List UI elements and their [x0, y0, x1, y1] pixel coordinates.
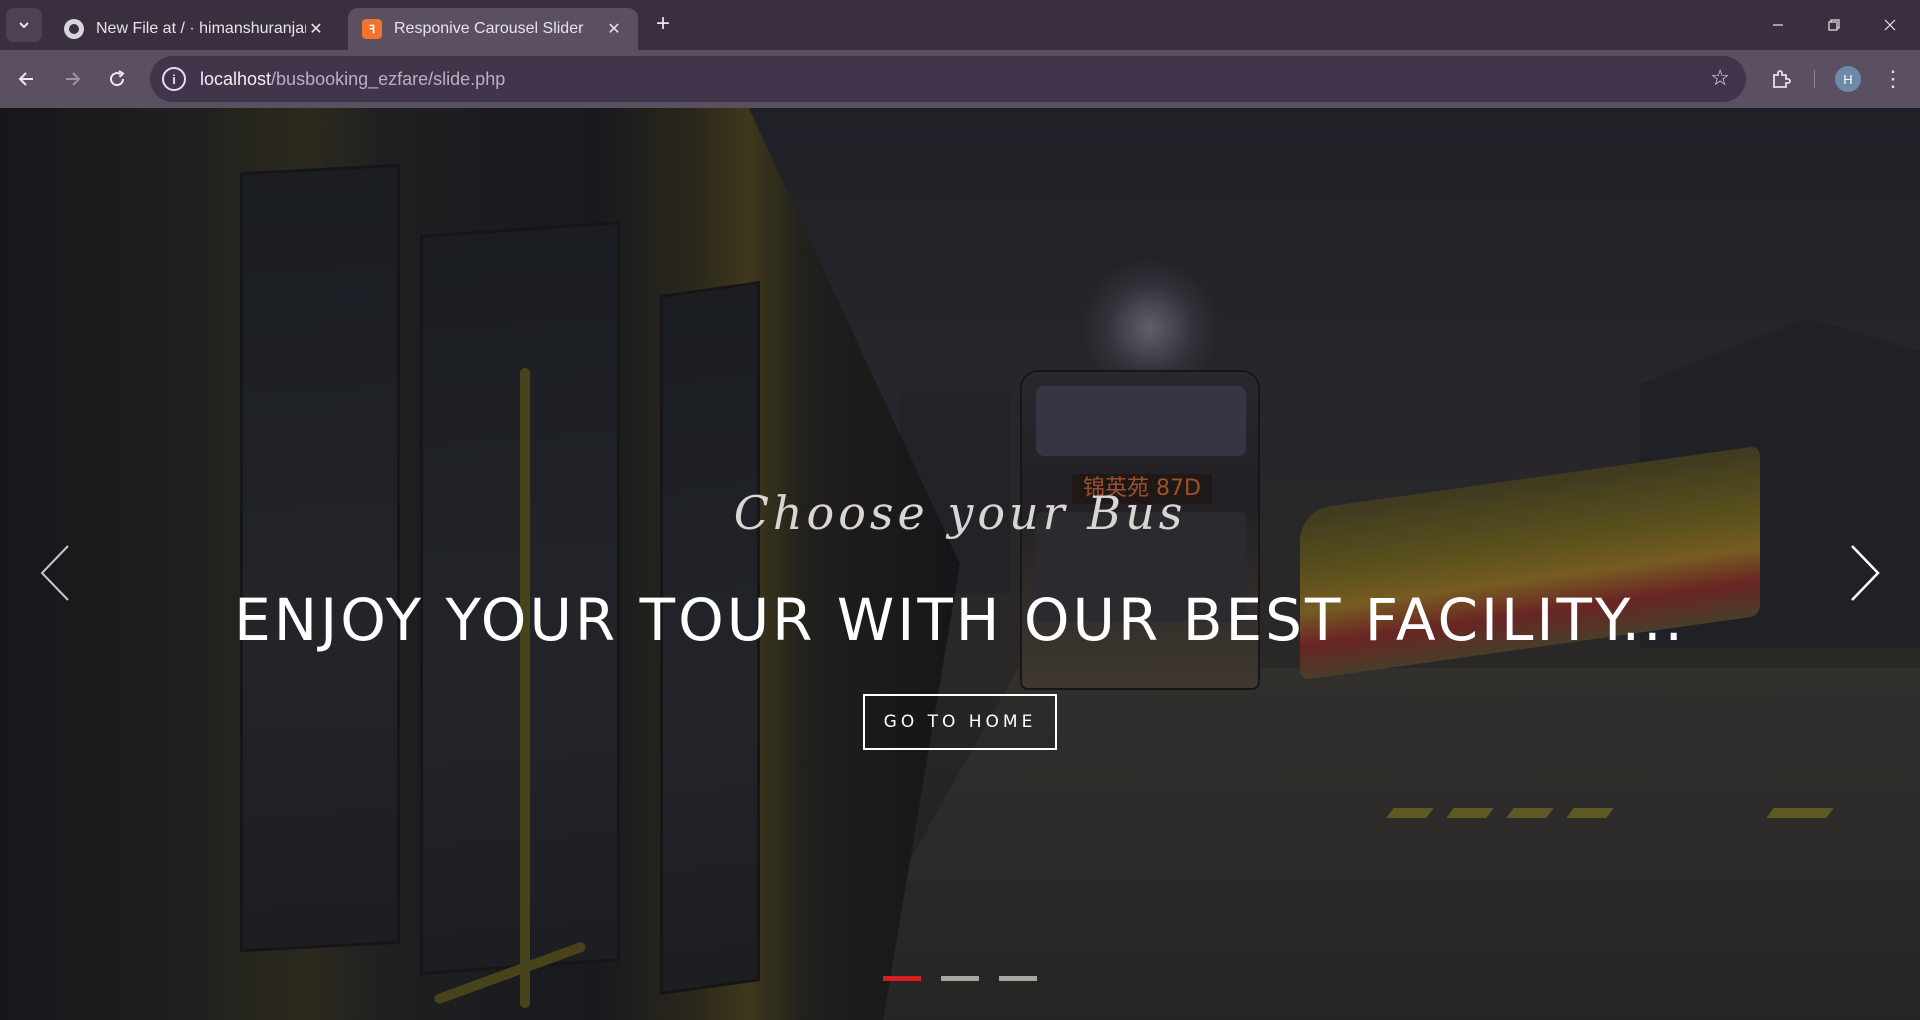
toolbar-divider — [1814, 70, 1815, 88]
browser-tab-bar: New File at / · himanshuranjan9 ✕ ꟻ Resp… — [0, 0, 1920, 50]
browser-menu-icon[interactable]: ⋮ — [1880, 64, 1906, 94]
carousel-indicator-1[interactable] — [883, 976, 921, 981]
tab-carousel[interactable]: ꟻ Responive Carousel Slider ✕ — [348, 8, 638, 50]
extensions-button[interactable] — [1766, 64, 1796, 94]
restore-icon — [1828, 19, 1840, 31]
close-tab-icon[interactable]: ✕ — [604, 19, 624, 39]
tab-title: New File at / · himanshuranjan9 — [96, 20, 306, 37]
forward-button[interactable] — [57, 64, 87, 94]
arrow-right-icon — [66, 72, 81, 86]
reload-button[interactable] — [102, 64, 132, 94]
chevron-down-icon — [19, 22, 29, 29]
puzzle-icon — [1773, 70, 1791, 88]
url-text: localhost/busbooking_ezfare/slide.php — [200, 69, 505, 90]
url-host: localhost — [200, 68, 272, 89]
close-tab-icon[interactable]: ✕ — [306, 19, 326, 39]
close-window-button[interactable] — [1868, 10, 1912, 40]
xampp-icon: ꟻ — [362, 19, 382, 39]
back-button[interactable] — [12, 64, 42, 94]
profile-avatar[interactable]: H — [1835, 66, 1861, 92]
address-bar[interactable]: i localhost/busbooking_ezfare/slide.php … — [150, 56, 1746, 102]
carousel-indicator-3[interactable] — [999, 976, 1037, 981]
carousel-prev-button[interactable] — [30, 528, 80, 618]
chevron-left-icon — [40, 545, 69, 601]
arrow-left-icon — [18, 72, 33, 86]
restore-button[interactable] — [1812, 10, 1856, 40]
bookmark-star-icon[interactable]: ☆ — [1710, 67, 1730, 89]
new-tab-button[interactable]: + — [650, 12, 676, 38]
minimize-button[interactable] — [1756, 10, 1800, 40]
minimize-icon — [1773, 24, 1783, 26]
tab-github[interactable]: New File at / · himanshuranjan9 ✕ — [50, 8, 340, 50]
carousel-indicators — [883, 976, 1057, 982]
site-info-icon[interactable]: i — [162, 67, 186, 91]
slide-subtitle: Choose your Bus — [733, 486, 1187, 540]
reload-icon — [110, 70, 125, 87]
carousel-slider: 锦英苑 87D Choose your Bus ENJOY YOUR TOUR … — [0, 108, 1920, 1020]
carousel-next-button[interactable] — [1840, 528, 1890, 618]
slide-caption: Choose your Bus ENJOY YOUR TOUR WITH OUR… — [0, 108, 1920, 1020]
github-icon — [64, 19, 84, 39]
chevron-right-icon — [1851, 545, 1880, 601]
go-to-home-button[interactable]: GO TO HOME — [863, 694, 1057, 750]
tab-title: Responive Carousel Slider — [394, 20, 584, 37]
carousel-indicator-2[interactable] — [941, 976, 979, 981]
url-path: /busbooking_ezfare/slide.php — [271, 68, 506, 89]
slide-headline: ENJOY YOUR TOUR WITH OUR BEST FACILITY..… — [234, 586, 1686, 654]
close-icon — [1884, 19, 1896, 31]
tab-search-button[interactable] — [6, 8, 42, 42]
browser-toolbar: i localhost/busbooking_ezfare/slide.php … — [0, 50, 1920, 108]
